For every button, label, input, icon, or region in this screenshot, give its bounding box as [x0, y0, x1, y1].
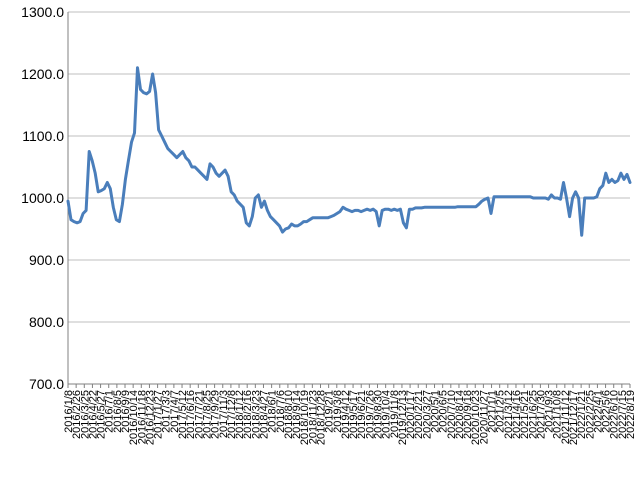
line-chart: 1300.0 1200.0 1100.0 1000.0 900.0 800.0 700.0 …	[0, 0, 640, 480]
y-tick-label: 700.0	[29, 376, 64, 392]
y-tick-label: 1100.0	[22, 128, 64, 144]
chart-canvas: 1300.01200.01100.01000.0900.0800.0700.0 …	[21, 4, 637, 445]
y-tick-label: 1200.0	[21, 66, 64, 82]
y-axis: 1300.0 1200.0 1100.0 1000.0 900.0 800.0 700.0	[21, 4, 69, 392]
series-layer	[66, 66, 632, 237]
x-tick-label: 2022/8/19	[625, 390, 637, 439]
y-tick-label: 800.0	[29, 314, 64, 330]
y-tick-label: 1300.0	[21, 4, 64, 20]
series-line-0	[66, 66, 632, 237]
x-axis: 2016/1/82016/2/262016/3/252016/4/222016/…	[63, 384, 637, 445]
y-tick-label: 900.0	[29, 252, 64, 268]
y-tick-label: 1000.0	[21, 190, 64, 206]
